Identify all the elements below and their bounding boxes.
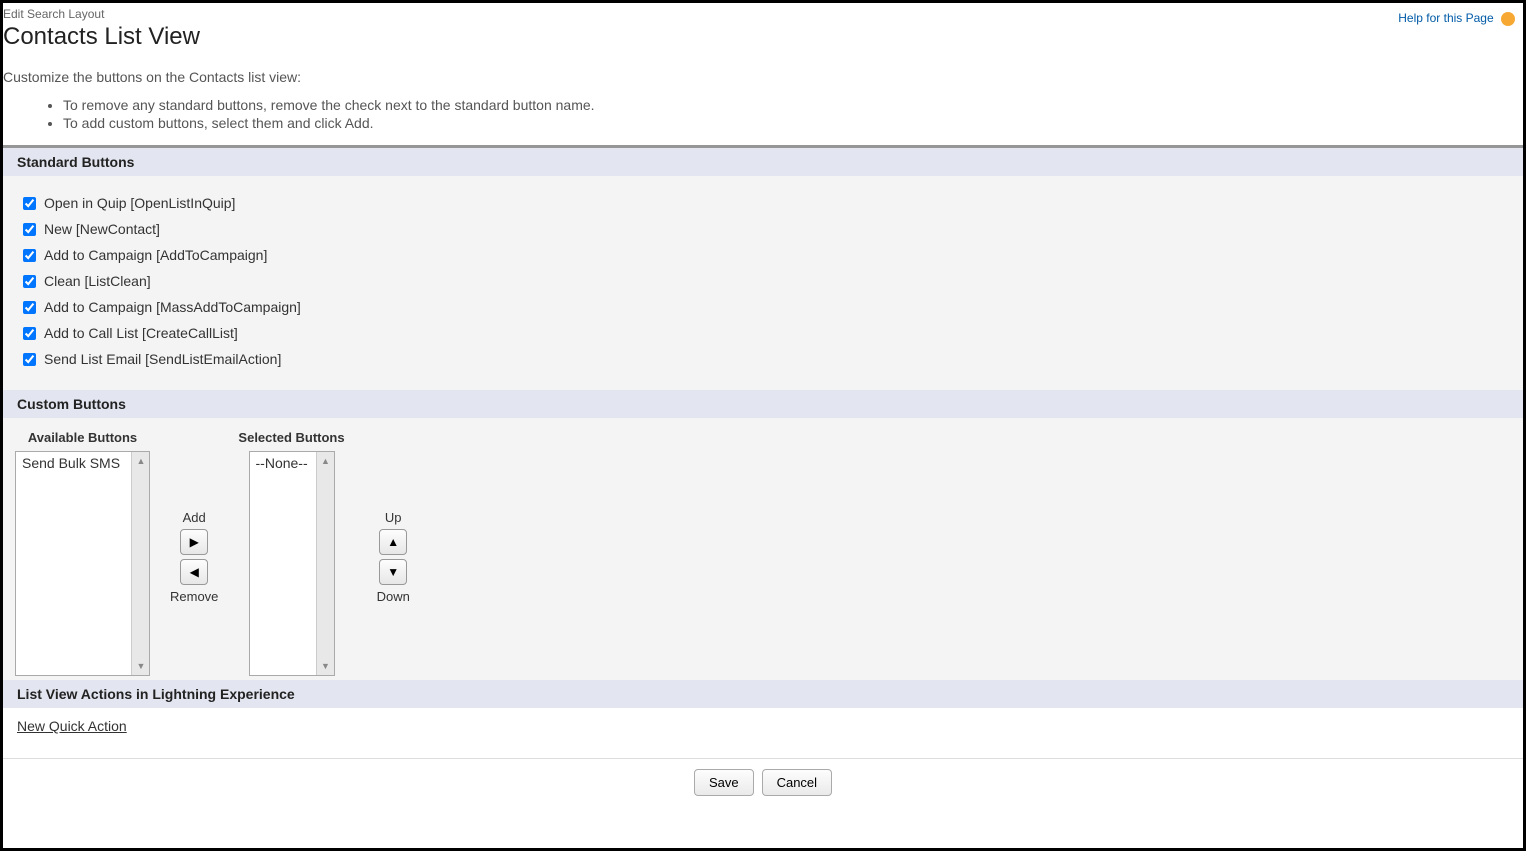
remove-label: Remove <box>170 589 218 604</box>
standard-button-row: Add to Campaign [AddToCampaign] <box>23 242 1503 268</box>
intro-list: To remove any standard buttons, remove t… <box>63 97 1523 131</box>
standard-buttons-header: Standard Buttons <box>3 148 1523 176</box>
standard-button-label: Add to Campaign [AddToCampaign] <box>44 247 267 263</box>
lightning-actions-header: List View Actions in Lightning Experienc… <box>3 680 1523 708</box>
standard-button-checkbox[interactable] <box>23 197 36 210</box>
list-item[interactable]: --None-- <box>254 454 312 472</box>
available-buttons-label: Available Buttons <box>28 430 137 445</box>
down-button[interactable]: ▼ <box>379 559 407 585</box>
down-label: Down <box>377 589 410 604</box>
selected-buttons-label: Selected Buttons <box>238 430 344 445</box>
arrow-up-icon: ▲ <box>387 535 399 549</box>
scroll-up-icon[interactable]: ▲ <box>317 452 335 470</box>
scrollbar[interactable]: ▲ ▼ <box>131 452 149 675</box>
intro-bullet: To remove any standard buttons, remove t… <box>63 97 1523 113</box>
standard-buttons-body: Open in Quip [OpenListInQuip] New [NewCon… <box>3 176 1523 390</box>
save-button[interactable]: Save <box>694 769 754 796</box>
standard-button-row: Add to Campaign [MassAddToCampaign] <box>23 294 1503 320</box>
intro-text: Customize the buttons on the Contacts li… <box>3 69 1523 85</box>
breadcrumb: Edit Search Layout <box>3 7 1523 21</box>
standard-button-checkbox[interactable] <box>23 301 36 314</box>
list-item[interactable]: Send Bulk SMS <box>20 454 127 472</box>
arrow-right-icon: ▶ <box>190 535 199 549</box>
intro-bullet: To add custom buttons, select them and c… <box>63 115 1523 131</box>
available-buttons-list[interactable]: Send Bulk SMS ▲ ▼ <box>15 451 150 676</box>
page-title: Contacts List View <box>3 23 1523 51</box>
new-quick-action-link[interactable]: New Quick Action <box>17 718 127 734</box>
cancel-button[interactable]: Cancel <box>762 769 832 796</box>
standard-button-checkbox[interactable] <box>23 327 36 340</box>
scroll-up-icon[interactable]: ▲ <box>132 452 150 470</box>
standard-button-row: Send List Email [SendListEmailAction] <box>23 346 1503 372</box>
add-button[interactable]: ▶ <box>180 529 208 555</box>
standard-button-label: New [NewContact] <box>44 221 160 237</box>
up-label: Up <box>385 510 402 525</box>
standard-button-checkbox[interactable] <box>23 275 36 288</box>
standard-button-checkbox[interactable] <box>23 249 36 262</box>
selected-buttons-list[interactable]: --None-- ▲ ▼ <box>249 451 335 676</box>
arrow-left-icon: ◀ <box>190 565 199 579</box>
scroll-down-icon[interactable]: ▼ <box>132 657 150 675</box>
help-icon <box>1501 12 1515 26</box>
standard-button-label: Add to Call List [CreateCallList] <box>44 325 238 341</box>
standard-button-checkbox[interactable] <box>23 223 36 236</box>
scrollbar[interactable]: ▲ ▼ <box>316 452 334 675</box>
arrow-down-icon: ▼ <box>387 565 399 579</box>
standard-button-row: New [NewContact] <box>23 216 1503 242</box>
standard-button-row: Add to Call List [CreateCallList] <box>23 320 1503 346</box>
remove-button[interactable]: ◀ <box>180 559 208 585</box>
standard-button-label: Send List Email [SendListEmailAction] <box>44 351 281 367</box>
scroll-down-icon[interactable]: ▼ <box>317 657 335 675</box>
standard-button-label: Clean [ListClean] <box>44 273 151 289</box>
custom-buttons-header: Custom Buttons <box>3 390 1523 418</box>
standard-button-row: Open in Quip [OpenListInQuip] <box>23 190 1503 216</box>
help-link[interactable]: Help for this Page <box>1398 11 1515 26</box>
help-link-text: Help for this Page <box>1398 11 1493 25</box>
standard-button-label: Add to Campaign [MassAddToCampaign] <box>44 299 301 315</box>
standard-button-row: Clean [ListClean] <box>23 268 1503 294</box>
standard-button-checkbox[interactable] <box>23 353 36 366</box>
add-label: Add <box>183 510 206 525</box>
up-button[interactable]: ▲ <box>379 529 407 555</box>
custom-buttons-body: Available Buttons Send Bulk SMS ▲ ▼ Add … <box>3 418 1523 680</box>
standard-button-label: Open in Quip [OpenListInQuip] <box>44 195 235 211</box>
